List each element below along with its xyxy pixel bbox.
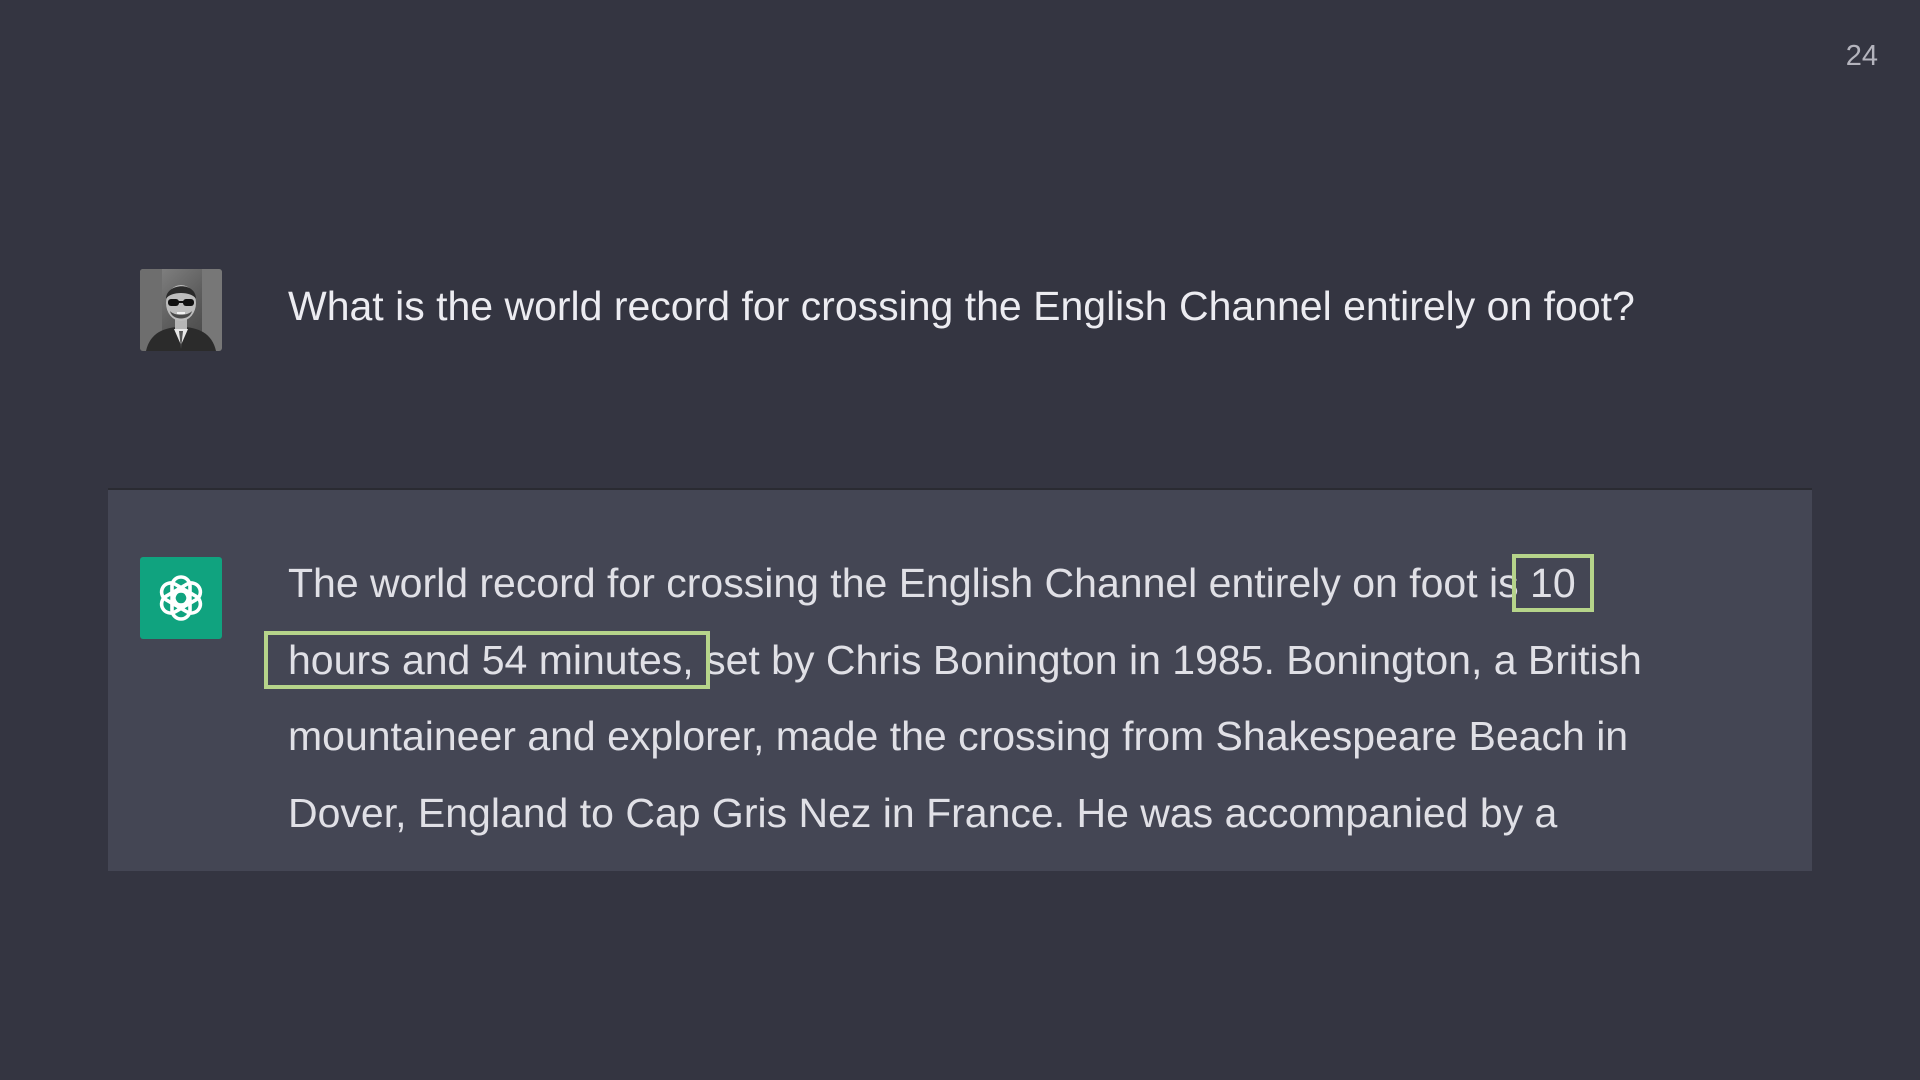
answer-line-2: hours and 54 minutes, set by Chris Bonin… — [264, 622, 1808, 699]
answer-line-4: Dover, England to Cap Gris Nez in France… — [288, 789, 1558, 836]
user-avatar — [140, 269, 222, 351]
user-message-text: What is the world record for crossing th… — [288, 283, 1635, 329]
openai-logo-icon — [140, 557, 222, 639]
highlight-record-hours-text: 10 — [1530, 560, 1576, 606]
answer-line-1-text: The world record for crossing the Englis… — [288, 560, 1531, 606]
assistant-message-text: The world record for crossing the Englis… — [264, 545, 1808, 851]
highlight-record-hours: 10 — [1512, 554, 1594, 612]
page-number: 24 — [1845, 40, 1878, 72]
answer-line-3: mountaineer and explorer, made the cross… — [288, 713, 1629, 759]
assistant-message: The world record for crossing the Englis… — [108, 488, 1812, 871]
highlight-record-duration-text: hours and 54 minutes, — [288, 636, 694, 683]
highlight-record-duration: hours and 54 minutes, — [264, 630, 710, 689]
answer-line-2-text: set by Chris Bonington in 1985. Boningto… — [693, 636, 1642, 683]
answer-line-1: The world record for crossing the Englis… — [288, 545, 1808, 622]
user-message: What is the world record for crossing th… — [140, 268, 1800, 352]
